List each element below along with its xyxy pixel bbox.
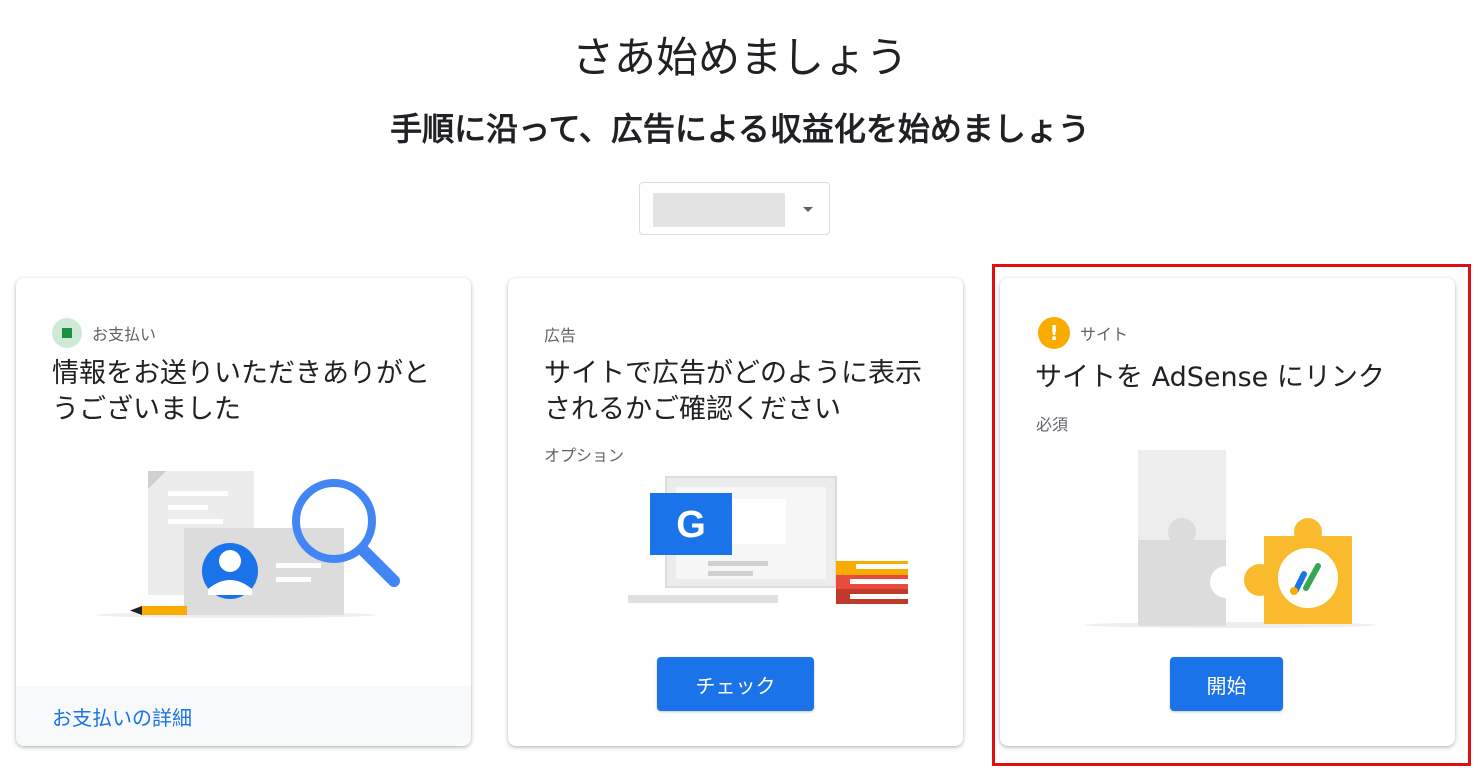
card-title-line: 情報をお送りいただきありがと xyxy=(52,358,430,389)
site-selector[interactable] xyxy=(639,182,830,235)
card-title-line: サイトで広告がどのように表示 xyxy=(544,358,922,389)
ads-card: 広告 サイトで広告がどのように表示 されるかご確認ください オプション G チェ… xyxy=(508,278,963,746)
card-footer: お支払いの詳細 xyxy=(16,686,471,746)
category-label: お支払い xyxy=(92,325,157,344)
payment-status-icon xyxy=(52,318,82,348)
svg-text:G: G xyxy=(676,504,706,546)
category-label: 広告 xyxy=(544,326,577,345)
check-button[interactable]: チェック xyxy=(657,657,814,711)
payment-card: お支払い 情報をお送りいただきありがと うございました お支払いの詳細 xyxy=(16,278,471,746)
highlight-box xyxy=(992,264,1471,766)
card-category: 広告 xyxy=(544,322,576,346)
card-title-line: されるかご確認ください xyxy=(544,394,841,425)
optional-label: オプション xyxy=(544,446,625,465)
payment-illustration xyxy=(96,471,400,618)
redacted-site-name xyxy=(653,193,785,227)
payment-details-link[interactable]: お支払いの詳細 xyxy=(52,702,192,731)
page-subtitle: 手順に沿って、広告による収益化を始めましょう xyxy=(390,110,1090,148)
card-title: 情報をお送りいただきありがと うございました xyxy=(52,356,430,428)
page-title: さあ始めましょう xyxy=(571,33,908,82)
ad-preview-illustration: G xyxy=(628,476,908,604)
card-title: サイトで広告がどのように表示 されるかご確認ください xyxy=(544,356,922,428)
card-category: お支払い xyxy=(52,318,156,348)
card-title-line: うございました xyxy=(52,394,241,425)
caret-down-icon xyxy=(803,207,813,212)
